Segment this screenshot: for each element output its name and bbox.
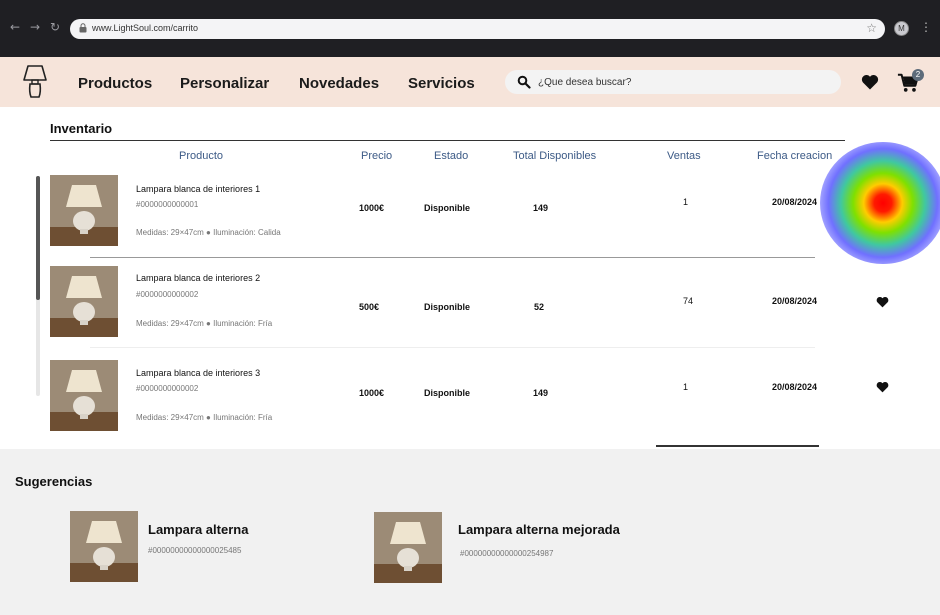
table-row[interactable]: Lampara blanca de interiores 1 #00000000… xyxy=(50,175,930,257)
favorites-heart-icon[interactable] xyxy=(861,73,879,91)
bookmark-star-icon[interactable]: ☆ xyxy=(866,21,877,35)
sales-cell: 1 xyxy=(683,197,689,207)
col-estado[interactable]: Estado xyxy=(434,150,468,162)
profile-avatar[interactable]: M xyxy=(894,21,909,36)
product-thumbnail[interactable] xyxy=(50,266,118,337)
table-row[interactable]: Lampara blanca de interiores 2 #00000000… xyxy=(50,266,930,348)
reload-icon[interactable]: ↻ xyxy=(48,20,62,34)
url-text: www.LightSoul.com/carrito xyxy=(92,23,199,33)
available-cell: 149 xyxy=(533,388,549,398)
product-meta: Medidas: 29×47cm ● Iluminación: Fría xyxy=(136,413,273,422)
product-thumbnail[interactable] xyxy=(50,360,118,431)
menu-novedades[interactable]: Novedades xyxy=(299,75,379,92)
sales-cell: 74 xyxy=(683,296,694,306)
date-cell: 20/08/2024 xyxy=(772,197,818,207)
forward-arrow-icon[interactable]: → xyxy=(28,20,42,34)
back-arrow-icon[interactable]: ← xyxy=(8,20,22,34)
available-cell: 52 xyxy=(534,302,545,312)
product-code: #0000000000001 xyxy=(136,200,199,209)
inventory-divider xyxy=(50,140,845,141)
product-code: #0000000000002 xyxy=(136,290,199,299)
price-cell: 1000€ xyxy=(359,203,385,213)
col-precio[interactable]: Precio xyxy=(361,150,392,162)
suggestion-name[interactable]: Lampara alterna mejorada xyxy=(458,522,620,537)
product-name[interactable]: Lampara blanca de interiores 3 xyxy=(136,368,260,378)
horizontal-scroll-indicator[interactable] xyxy=(656,445,819,447)
price-cell: 500€ xyxy=(359,302,380,312)
suggestion-code: #00000000000000025485 xyxy=(148,546,242,555)
cart-count-badge: 2 xyxy=(912,69,924,81)
date-cell: 20/08/2024 xyxy=(772,296,818,306)
col-ventas[interactable]: Ventas xyxy=(667,150,701,162)
menu-servicios[interactable]: Servicios xyxy=(408,75,475,92)
site-header: Productos Personalizar Novedades Servici… xyxy=(0,57,940,107)
product-meta: Medidas: 29×47cm ● Iluminación: Calida xyxy=(136,228,281,237)
browser-chrome: ← → ↻ www.LightSoul.com/carrito ☆ M ⋮ xyxy=(0,0,940,57)
sales-cell: 1 xyxy=(683,382,689,392)
status-cell: Disponible xyxy=(424,302,471,312)
attention-heatmap-spot xyxy=(820,142,940,264)
available-cell: 149 xyxy=(533,203,549,213)
status-cell: Disponible xyxy=(424,203,471,213)
product-code: #0000000000002 xyxy=(136,384,199,393)
product-name[interactable]: Lampara blanca de interiores 2 xyxy=(136,273,260,283)
col-total-disponibles[interactable]: Total Disponibles xyxy=(513,150,596,162)
date-cell: 20/08/2024 xyxy=(772,382,818,392)
suggestion-name[interactable]: Lampara alterna xyxy=(148,522,248,537)
table-row[interactable]: Lampara blanca de interiores 3 #00000000… xyxy=(50,360,930,442)
inventory-scrollbar-thumb[interactable] xyxy=(36,176,40,300)
suggestion-thumbnail[interactable] xyxy=(70,511,138,582)
menu-productos[interactable]: Productos xyxy=(78,75,152,92)
lock-icon xyxy=(79,23,87,33)
search-icon[interactable] xyxy=(517,75,531,89)
menu-personalizar[interactable]: Personalizar xyxy=(180,75,269,92)
col-producto[interactable]: Producto xyxy=(179,150,223,162)
suggestions-title: Sugerencias xyxy=(15,474,93,489)
status-cell: Disponible xyxy=(424,388,471,398)
favorite-heart-icon[interactable] xyxy=(876,381,889,393)
browser-menu-icon[interactable]: ⋮ xyxy=(920,20,932,34)
inventory-title: Inventario xyxy=(50,121,113,136)
row-divider xyxy=(90,347,815,348)
row-divider xyxy=(90,257,815,258)
price-cell: 1000€ xyxy=(359,388,385,398)
product-thumbnail[interactable] xyxy=(50,175,118,246)
favorite-heart-icon[interactable] xyxy=(876,296,889,308)
address-bar[interactable]: www.LightSoul.com/carrito ☆ xyxy=(70,19,885,39)
product-name[interactable]: Lampara blanca de interiores 1 xyxy=(136,184,260,194)
suggestion-code: #00000000000000254987 xyxy=(460,549,554,558)
suggestion-thumbnail[interactable] xyxy=(374,512,442,583)
search-input[interactable] xyxy=(538,74,828,90)
lamp-logo-icon[interactable] xyxy=(22,64,48,100)
search-bar[interactable] xyxy=(505,70,841,94)
col-fecha-creacion[interactable]: Fecha creacion xyxy=(757,150,832,162)
product-meta: Medidas: 29×47cm ● Iluminación: Fría xyxy=(136,319,273,328)
